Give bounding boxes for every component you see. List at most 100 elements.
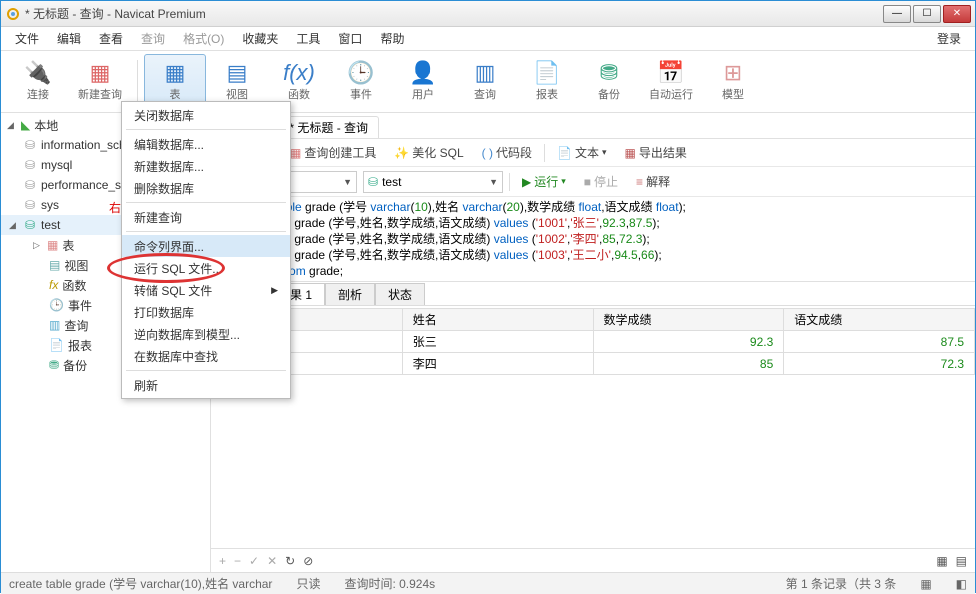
- clock-icon: 🕒: [347, 62, 374, 84]
- col-cn[interactable]: 语文成绩: [784, 309, 975, 331]
- separator: [137, 60, 138, 104]
- ctx-dump-sql[interactable]: 转储 SQL 文件▶: [122, 279, 290, 301]
- status-record: 第 1 条记录（共 3 条: [786, 575, 897, 592]
- doc-icon: 📄: [557, 146, 572, 160]
- sql-editor[interactable]: 12345 create table grade (学号 varchar(10)…: [211, 197, 975, 282]
- ctx-new-query[interactable]: 新建查询: [122, 206, 290, 228]
- menu-window[interactable]: 窗口: [330, 28, 370, 49]
- tb-connect[interactable]: 🔌连接: [7, 54, 69, 110]
- tb-model[interactable]: ⊞模型: [702, 54, 764, 110]
- menu-help[interactable]: 帮助: [372, 28, 412, 49]
- export-button[interactable]: ▦导出结果: [618, 142, 692, 163]
- refresh-icon[interactable]: ↻: [285, 554, 295, 568]
- server-icon: ◣: [21, 118, 30, 132]
- rtab-profile[interactable]: 剖析: [325, 283, 375, 305]
- ctx-run-sql[interactable]: 运行 SQL 文件...: [122, 257, 290, 279]
- ctx-cli[interactable]: 命令列界面...: [122, 235, 290, 257]
- stop-button[interactable]: ■停止: [578, 171, 624, 192]
- window-title: * 无标题 - 查询 - Navicat Premium: [25, 5, 883, 22]
- rtab-status[interactable]: 状态: [375, 283, 425, 305]
- db-combo[interactable]: ⛁test▼: [363, 171, 503, 193]
- result-area: 信息 结果 1 剖析 状态 学号 姓名 数学成绩 语文成绩 1001 张三 92…: [211, 282, 975, 572]
- ctx-find[interactable]: 在数据库中查找: [122, 345, 290, 367]
- clock-icon: 🕒: [49, 298, 64, 312]
- result-grid[interactable]: 学号 姓名 数学成绩 语文成绩 1001 张三 92.3 87.5 1002 李…: [211, 308, 975, 375]
- ctx-print-db[interactable]: 打印数据库: [122, 301, 290, 323]
- snippet-button[interactable]: ( )代码段: [476, 142, 538, 163]
- ctx-edit-db[interactable]: 编辑数据库...: [122, 133, 290, 155]
- user-icon: 👤: [409, 62, 436, 84]
- tb-user[interactable]: 👤用户: [392, 54, 454, 110]
- text-button[interactable]: 📄文本▾: [551, 142, 613, 163]
- menu-login[interactable]: 登录: [929, 28, 969, 49]
- ctx-del-db[interactable]: 删除数据库: [122, 177, 290, 199]
- maximize-button[interactable]: ☐: [913, 5, 941, 23]
- grid-navbar: + − ✓ ✕ ↻ ⊘ ▦ ▤: [211, 548, 975, 572]
- ctx-close-db[interactable]: 关闭数据库: [122, 104, 290, 126]
- func-icon: f(x): [283, 62, 315, 84]
- backup-icon: ⛃: [49, 358, 59, 372]
- schedule-icon: 📅: [657, 62, 684, 84]
- view-icon: ▤: [227, 62, 248, 84]
- menu-tools[interactable]: 工具: [288, 28, 328, 49]
- menu-fav[interactable]: 收藏夹: [234, 28, 286, 49]
- tb-event[interactable]: 🕒事件: [330, 54, 392, 110]
- builder-button[interactable]: ▦查询创建工具: [284, 142, 382, 163]
- explain-icon: ≡: [636, 175, 643, 189]
- func-icon: fx: [49, 278, 58, 292]
- titlebar: * 无标题 - 查询 - Navicat Premium — ☐ ✕: [1, 1, 975, 27]
- commit-icon[interactable]: ✓: [249, 554, 259, 568]
- close-button[interactable]: ✕: [943, 5, 971, 23]
- export-icon: ▦: [624, 146, 635, 160]
- table-icon: ▦: [165, 62, 186, 84]
- tb-report[interactable]: 📄报表: [516, 54, 578, 110]
- database-icon: ⛁: [23, 158, 37, 172]
- menu-query[interactable]: 查询: [133, 28, 173, 49]
- ctx-reverse[interactable]: 逆向数据库到模型...: [122, 323, 290, 345]
- cancel-icon[interactable]: ✕: [267, 554, 277, 568]
- detail-icon[interactable]: ◧: [956, 577, 967, 591]
- grid-header: 学号 姓名 数学成绩 语文成绩: [212, 309, 975, 331]
- result-tabs: 信息 结果 1 剖析 状态: [211, 282, 975, 306]
- ctx-refresh[interactable]: 刷新: [122, 374, 290, 396]
- table-row[interactable]: 1001 张三 92.3 87.5: [212, 331, 975, 353]
- col-name[interactable]: 姓名: [402, 309, 593, 331]
- menu-edit[interactable]: 编辑: [49, 28, 89, 49]
- minimize-button[interactable]: —: [883, 5, 911, 23]
- tb-auto[interactable]: 📅自动运行: [640, 54, 702, 110]
- database-icon: ⛁: [23, 178, 37, 192]
- database-icon: ⛁: [368, 175, 378, 189]
- report-icon: 📄: [49, 338, 64, 352]
- plug-icon: 🔌: [24, 62, 51, 84]
- table-row[interactable]: 1002 李四 85 72.3: [212, 353, 975, 375]
- col-math[interactable]: 数学成绩: [593, 309, 784, 331]
- status-sql: create table grade (学号 varchar(10),姓名 va…: [9, 575, 272, 592]
- menu-view[interactable]: 查看: [91, 28, 131, 49]
- grid-view-icon[interactable]: ▦: [936, 554, 947, 568]
- backup-icon: ⛃: [600, 62, 618, 84]
- table-icon: ▦: [47, 238, 58, 252]
- chevron-down-icon: ▼: [343, 177, 352, 187]
- status-ro: 只读: [296, 575, 320, 592]
- chevron-down-icon: ▼: [489, 177, 498, 187]
- builder-icon: ▦: [290, 146, 301, 160]
- app-icon: [5, 6, 21, 22]
- database-icon: ⛁: [23, 218, 37, 232]
- menu-file[interactable]: 文件: [7, 28, 47, 49]
- database-icon: ⛁: [23, 198, 37, 212]
- stop-icon[interactable]: ⊘: [303, 554, 313, 568]
- add-row-icon[interactable]: +: [219, 554, 226, 568]
- form-view-icon[interactable]: ▤: [956, 554, 967, 568]
- ctx-new-db[interactable]: 新建数据库...: [122, 155, 290, 177]
- tb-backup[interactable]: ⛃备份: [578, 54, 640, 110]
- tb-query[interactable]: ▥查询: [454, 54, 516, 110]
- beautify-button[interactable]: ✨美化 SQL: [388, 142, 469, 163]
- menubar: 文件 编辑 查看 查询 格式(O) 收藏夹 工具 窗口 帮助 登录: [1, 27, 975, 51]
- menu-format[interactable]: 格式(O): [175, 28, 232, 49]
- query-toolbar: 💾保存 ▦查询创建工具 ✨美化 SQL ( )代码段 📄文本▾ ▦导出结果: [211, 139, 975, 167]
- play-icon: ▶: [522, 175, 531, 189]
- explain-button[interactable]: ≡解释: [630, 171, 676, 192]
- run-button[interactable]: ▶运行▾: [516, 171, 572, 192]
- grid-icon[interactable]: ▦: [920, 577, 931, 591]
- del-row-icon[interactable]: −: [234, 554, 241, 568]
